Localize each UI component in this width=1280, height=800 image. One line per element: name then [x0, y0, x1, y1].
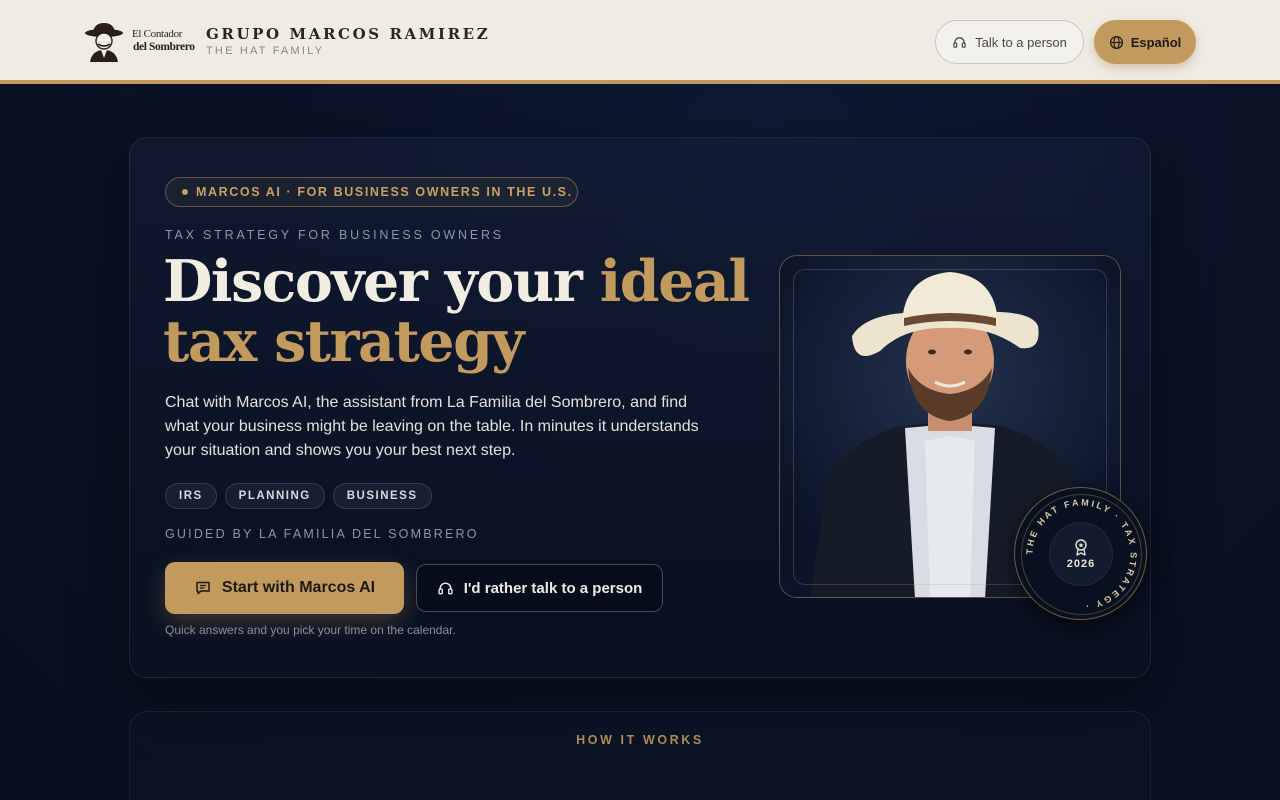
talk-to-person-header-button[interactable]: Talk to a person — [935, 20, 1084, 64]
headline-gold2: tax strategy — [163, 308, 525, 375]
tag-business: BUSINESS — [332, 483, 432, 509]
headline-part1: Discover your — [163, 248, 600, 315]
hero-lead: Chat with Marcos AI, the assistant from … — [165, 394, 699, 459]
headset-icon — [953, 36, 966, 48]
logo-text-line1: El Contador — [132, 28, 183, 40]
badge-year: 2026 — [1066, 558, 1096, 570]
hero-tags: IRS PLANNING BUSINESS — [165, 483, 432, 509]
hero-pill-text: MARCOS AI · FOR BUSINESS OWNERS IN THE U… — [196, 185, 573, 199]
tag-irs: IRS — [165, 483, 217, 509]
headset-icon — [438, 582, 453, 595]
brand-subtitle: THE HAT FAMILY — [206, 45, 325, 57]
site-header: El Contador del Sombrero GRUPO MARCOS RA… — [0, 0, 1280, 84]
talk-to-person-label: I'd rather talk to a person — [463, 579, 643, 597]
hero-footnote: Quick answers and you pick your time on … — [165, 623, 456, 637]
hero-headline: Discover your ideal tax strategy — [163, 252, 763, 372]
how-it-works-title: HOW IT WORKS — [576, 733, 704, 747]
logo[interactable]: El Contador del Sombrero — [84, 20, 196, 64]
talk-to-person-header-label: Talk to a person — [975, 34, 1067, 50]
globe-icon — [1109, 35, 1123, 49]
hero-pill: MARCOS AI · FOR BUSINESS OWNERS IN THE U… — [165, 177, 578, 207]
chat-icon — [196, 581, 210, 595]
hat-family-badge: THE HAT FAMILY · TAX STRATEGY · 2026 — [1014, 487, 1147, 620]
start-with-marcos-ai-label: Start with Marcos AI — [221, 579, 376, 596]
brand-title: GRUPO MARCOS RAMIREZ — [206, 25, 491, 43]
award-icon — [1075, 539, 1087, 556]
language-toggle-button[interactable]: Español — [1094, 20, 1196, 64]
logo-text-line2: del Sombrero — [133, 41, 195, 53]
start-with-marcos-ai-button[interactable]: Start with Marcos AI — [165, 562, 404, 614]
how-it-works-section — [129, 711, 1151, 800]
headline-gold1: ideal — [599, 248, 750, 315]
language-toggle-label: Español — [1130, 34, 1182, 50]
hero-eyebrow: TAX STRATEGY FOR BUSINESS OWNERS — [165, 228, 504, 242]
badge-inner: 2026 — [1049, 522, 1113, 586]
tag-planning: PLANNING — [224, 483, 325, 509]
pill-dot-icon — [182, 189, 188, 195]
talk-to-person-button[interactable]: I'd rather talk to a person — [416, 564, 663, 612]
guided-by: GUIDED BY LA FAMILIA DEL SOMBRERO — [165, 527, 479, 541]
